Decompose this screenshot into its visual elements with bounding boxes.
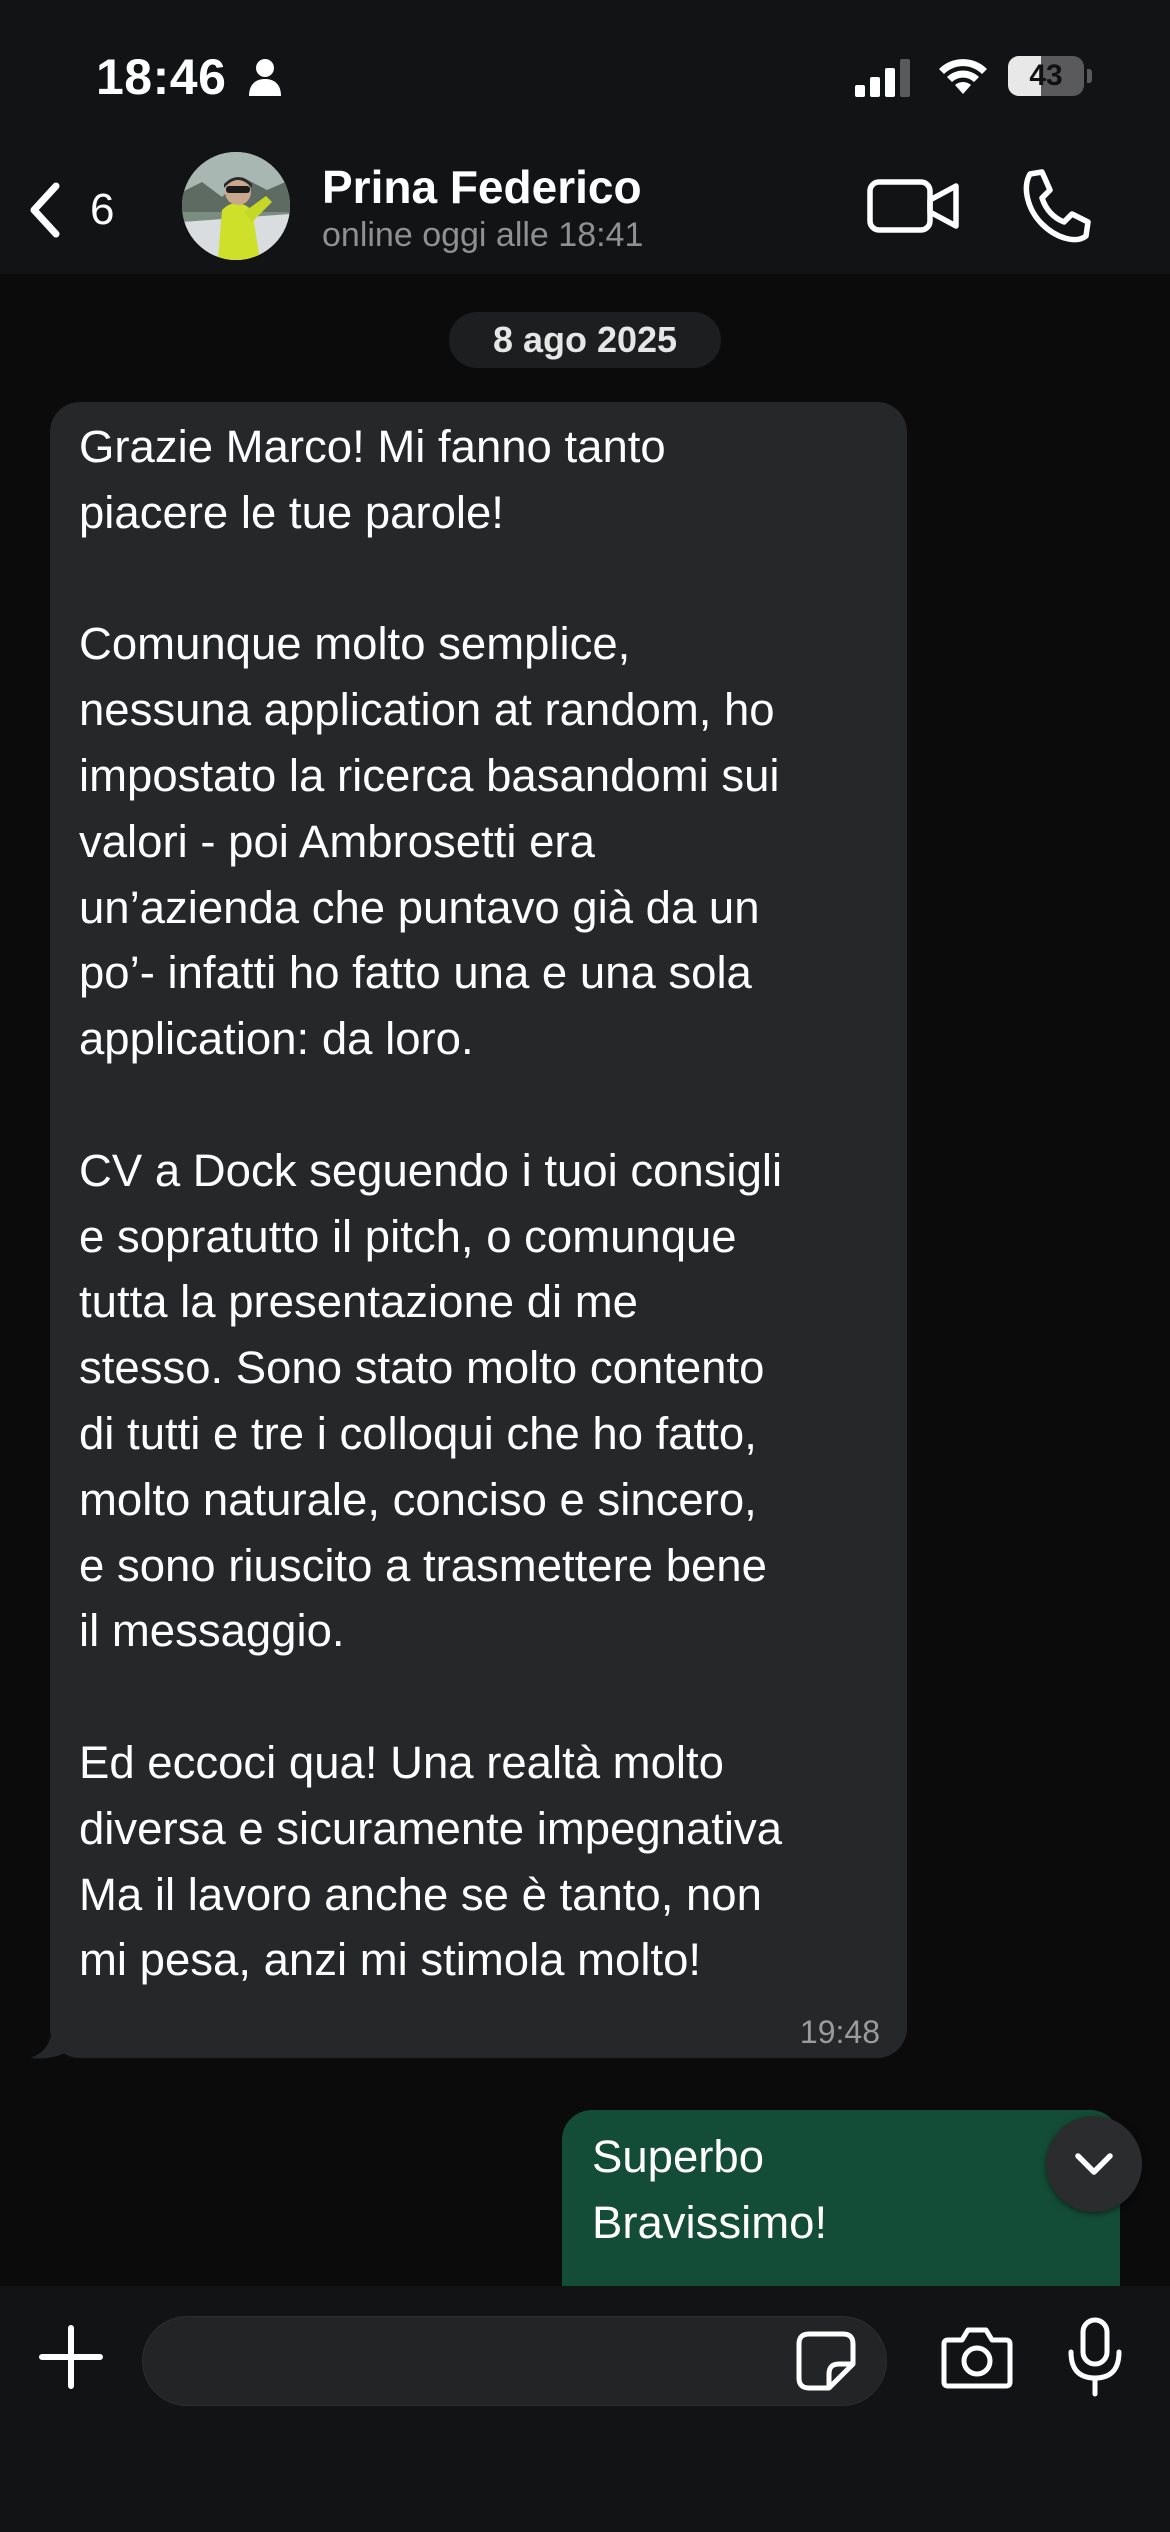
sticker-icon[interactable]	[795, 2330, 857, 2392]
avatar[interactable]	[182, 152, 290, 260]
phone-icon[interactable]	[1016, 166, 1092, 246]
cellular-signal-icon	[855, 59, 910, 97]
battery-indicator: 43	[1008, 56, 1092, 96]
date-separator: 8 ago 2025	[449, 312, 721, 368]
contact-last-seen: online oggi alle 18:41	[322, 216, 644, 254]
microphone-icon[interactable]	[1066, 2316, 1124, 2398]
messages-list[interactable]: 8 ago 2025 Grazie Marco! Mi fanno tanto …	[0, 274, 1170, 2286]
outgoing-message-text: Superbo Bravissimo!	[592, 2131, 828, 2248]
chevron-left-icon	[30, 182, 60, 238]
message-timestamp: 19:48	[799, 2014, 880, 2050]
camera-icon[interactable]	[940, 2322, 1014, 2392]
wifi-icon	[939, 59, 987, 94]
status-time: 18:46	[96, 49, 227, 105]
status-bar: 18:46 43	[0, 0, 1170, 150]
contact-name[interactable]: Prina Federico	[322, 160, 642, 214]
video-camera-icon[interactable]	[866, 170, 962, 242]
back-button[interactable]: 6	[20, 170, 140, 250]
chevron-down-icon	[1075, 2153, 1113, 2175]
unread-count: 6	[90, 185, 115, 234]
incoming-message-text: Grazie Marco! Mi fanno tanto piacere le …	[79, 421, 783, 1986]
message-composer	[0, 2286, 1170, 2532]
scroll-to-bottom-button[interactable]	[1046, 2116, 1142, 2212]
message-input[interactable]	[142, 2316, 887, 2406]
avatar-photo	[182, 152, 290, 260]
chat-header: 6 Prina Federico online oggi alle 18:41	[0, 150, 1170, 274]
person-icon	[249, 59, 281, 96]
plus-icon[interactable]	[36, 2322, 106, 2392]
battery-level: 43	[1029, 59, 1063, 92]
